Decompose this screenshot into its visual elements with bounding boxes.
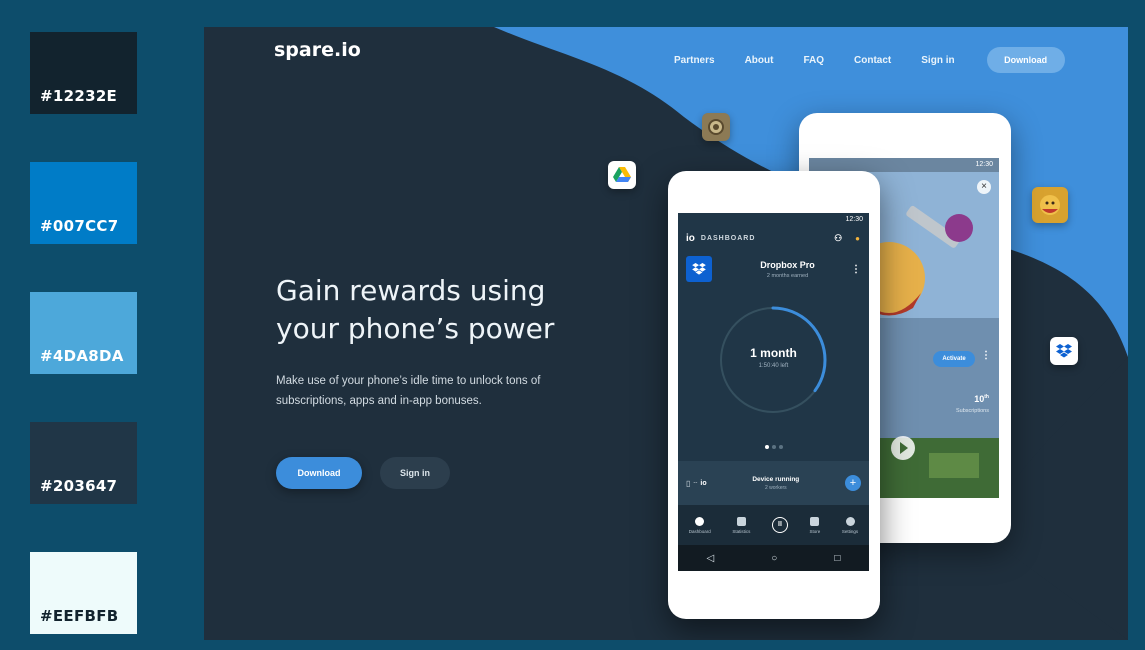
vault-icon xyxy=(708,119,724,135)
dropbox-app-icon xyxy=(1050,337,1078,365)
device-subtitle: 2 workers xyxy=(764,484,787,491)
back-statusbar: 12:30 xyxy=(809,158,999,172)
tab-store-label: Store xyxy=(809,528,821,534)
website-mockup: spare.io Partners About FAQ Contact Sign… xyxy=(204,27,1128,640)
card-subtitle: 2 months earned xyxy=(766,272,809,279)
store-icon xyxy=(810,516,820,526)
dashboard-icon xyxy=(695,516,705,526)
card-text: Dropbox Pro 2 months earned xyxy=(724,260,851,279)
recents-nav-icon[interactable]: □ xyxy=(834,553,840,564)
share-icon[interactable]: ⚇ xyxy=(834,233,843,244)
google-drive-icon xyxy=(613,167,631,182)
dashboard-logo: io xyxy=(686,233,695,244)
play-icon[interactable] xyxy=(891,436,915,460)
card-menu-icon[interactable]: ⋮ xyxy=(851,264,861,275)
device-link-icon: -- xyxy=(693,480,698,486)
bottom-tab-bar: Dashboard Statistics II Store Settings xyxy=(678,505,869,545)
swatch-4-label: #203647 xyxy=(40,477,118,495)
subscriptions-value: 10 xyxy=(974,394,985,404)
front-statusbar: 12:30 xyxy=(678,213,869,227)
notification-icon[interactable]: ● xyxy=(855,234,861,243)
hero-subtitle: Make use of your phone’s idle time to un… xyxy=(276,375,541,407)
back-nav-icon[interactable]: ◁ xyxy=(707,553,715,564)
nav-partners[interactable]: Partners xyxy=(674,55,715,66)
nav-contact[interactable]: Contact xyxy=(854,55,891,66)
subscription-card[interactable]: Dropbox Pro 2 months earned ⋮ xyxy=(678,250,869,288)
top-nav: Partners About FAQ Contact Sign in Downl… xyxy=(674,47,1065,73)
site-logo[interactable]: spare.io xyxy=(274,39,361,61)
tab-store[interactable]: Store xyxy=(809,516,821,534)
add-device-button[interactable]: + xyxy=(845,475,861,491)
swatch-3: #4DA8DA xyxy=(30,292,137,374)
tab-pause[interactable]: II xyxy=(771,517,788,533)
phone-front: 12:30 io DASHBOARD ⚇ ● Dropbox Pro 2 mon… xyxy=(668,171,880,619)
gear-icon xyxy=(845,516,855,526)
activate-button[interactable]: Activate xyxy=(933,351,975,367)
swatch-5: #EEFBFB xyxy=(30,552,137,634)
device-status-bar: ▯ -- io Device running 2 workers + xyxy=(678,461,869,505)
hero-title: Gain rewards using your phone’s power xyxy=(276,274,555,345)
dashboard-screen: 12:30 io DASHBOARD ⚇ ● Dropbox Pro 2 mon… xyxy=(678,213,869,571)
swatch-1-label: #12232E xyxy=(40,87,118,105)
swatch-5-label: #EEFBFB xyxy=(40,607,119,625)
dashboard-header: io DASHBOARD ⚇ ● xyxy=(678,227,869,250)
sign-in-button[interactable]: Sign in xyxy=(380,457,450,489)
android-nav-bar: ◁ ○ □ xyxy=(678,545,869,571)
device-phone-icon: ▯ xyxy=(686,478,691,488)
tab-statistics[interactable]: Statistics xyxy=(732,516,751,534)
clash-app-icon xyxy=(1032,187,1068,223)
nav-faq[interactable]: FAQ xyxy=(803,55,824,66)
dashboard-title: DASHBOARD xyxy=(700,235,756,242)
dropbox-small-icon xyxy=(692,263,706,275)
statistics-icon xyxy=(736,516,746,526)
device-title: Device running xyxy=(752,475,800,483)
card-title: Dropbox Pro xyxy=(760,259,815,270)
barbarian-icon xyxy=(1040,195,1060,215)
more-options-icon[interactable]: ⋮ xyxy=(981,350,991,361)
ring-time-left: 1:50:40 left xyxy=(758,363,789,369)
nav-about[interactable]: About xyxy=(745,55,774,66)
google-drive-app-icon xyxy=(608,161,636,189)
device-text: Device running 2 workers xyxy=(707,476,845,491)
swatch-2: #007CC7 xyxy=(30,162,137,244)
tab-dashboard-label: Dashboard xyxy=(688,528,711,534)
subscriptions-suffix: th xyxy=(984,394,989,400)
tab-dashboard[interactable]: Dashboard xyxy=(688,516,711,534)
swatch-2-label: #007CC7 xyxy=(40,217,119,235)
ring-text: 1 month 1:50:40 left xyxy=(678,346,869,369)
dropbox-logo xyxy=(686,256,712,282)
home-nav-icon[interactable]: ○ xyxy=(771,553,777,564)
nav-download-button[interactable]: Download xyxy=(986,47,1065,73)
dropbox-icon xyxy=(1056,344,1072,358)
tab-statistics-label: Statistics xyxy=(732,528,751,534)
tab-settings-label: Settings xyxy=(841,528,859,534)
tab-settings[interactable]: Settings xyxy=(841,516,859,534)
subscriptions-label: Subscriptions xyxy=(955,408,989,414)
swatch-4: #203647 xyxy=(30,422,137,504)
vault-app-icon xyxy=(702,113,730,141)
swatch-3-label: #4DA8DA xyxy=(40,347,124,365)
page-indicator xyxy=(765,445,783,449)
subscriptions-count: 10th Subscriptions xyxy=(956,394,989,414)
ring-value: 1 month xyxy=(750,346,797,360)
front-status-time: 12:30 xyxy=(845,216,863,223)
progress-ring: 1 month 1:50:40 left xyxy=(678,288,869,438)
download-button[interactable]: Download xyxy=(276,457,362,489)
close-icon[interactable]: × xyxy=(977,180,991,194)
swatch-1: #12232E xyxy=(30,32,137,114)
nav-sign-in[interactable]: Sign in xyxy=(921,55,954,66)
back-status-time: 12:30 xyxy=(975,161,993,168)
pause-icon: II xyxy=(771,517,788,533)
